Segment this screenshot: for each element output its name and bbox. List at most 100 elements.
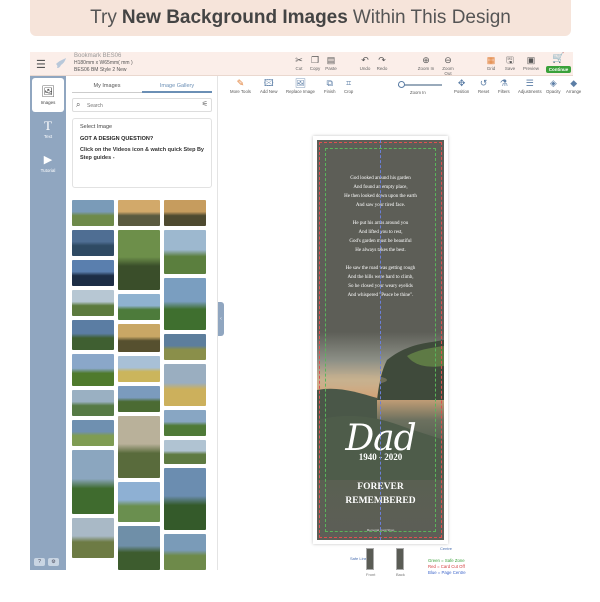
collapse-panel-handle[interactable]: ‹ bbox=[218, 302, 224, 336]
filters-icon: ⚗ bbox=[499, 78, 508, 88]
gallery-thumbnail[interactable] bbox=[164, 278, 206, 330]
gallery-thumbnail[interactable] bbox=[164, 410, 206, 436]
gallery-thumbnail[interactable] bbox=[164, 230, 206, 274]
rail-images[interactable]: 🖼 Images bbox=[32, 78, 64, 112]
legend-blue: Blue = Page Centre bbox=[428, 570, 466, 575]
rail-text[interactable]: T Text bbox=[32, 112, 64, 146]
gallery-thumbnail[interactable] bbox=[72, 390, 114, 416]
gallery-thumbnail[interactable] bbox=[72, 260, 114, 286]
reset-icon: ↺ bbox=[479, 78, 488, 88]
gallery-thumbnail[interactable] bbox=[72, 200, 114, 226]
gallery-thumbnail[interactable] bbox=[164, 440, 206, 464]
gallery-thumbnail[interactable] bbox=[118, 324, 160, 352]
gallery-thumbnail[interactable] bbox=[118, 386, 160, 412]
more-tools-button[interactable]: ✎ More Tools bbox=[230, 77, 251, 94]
project-title: Bookmark BES06 bbox=[74, 53, 122, 59]
centre-label: Centre bbox=[440, 546, 453, 551]
adjustments-button[interactable]: ☰ Adjustments bbox=[518, 77, 542, 94]
gallery-thumbnails bbox=[72, 200, 212, 570]
paste-button[interactable]: ▤ Paste bbox=[322, 54, 340, 71]
gallery-thumbnail[interactable] bbox=[72, 230, 114, 256]
gallery-thumbnail[interactable] bbox=[72, 290, 114, 316]
replace-image-button[interactable]: 🖼 Replace Image bbox=[286, 77, 315, 94]
redo-icon: ↷ bbox=[378, 55, 386, 65]
gallery-thumbnail[interactable] bbox=[164, 468, 206, 530]
gallery-thumbnail[interactable] bbox=[118, 200, 160, 226]
gallery-thumbnail[interactable] bbox=[164, 200, 206, 226]
gallery-thumbnail[interactable] bbox=[118, 416, 160, 478]
reset-button[interactable]: ↺ Reset bbox=[478, 77, 489, 94]
bookmark-design[interactable]: God looked around his garden And found a… bbox=[317, 140, 444, 540]
tab-my-images[interactable]: My Images bbox=[72, 81, 142, 93]
gallery-thumbnail[interactable] bbox=[72, 518, 114, 558]
zoom-in-icon: ⊕ bbox=[422, 55, 430, 65]
grid-button[interactable]: ▦ Grid bbox=[482, 54, 500, 71]
page-front-thumb[interactable] bbox=[366, 548, 374, 570]
gallery-thumbnail[interactable] bbox=[164, 364, 206, 406]
help-select-label: Select Image bbox=[80, 124, 113, 130]
save-icon: 🖫 bbox=[506, 55, 514, 65]
menu-icon[interactable]: ☰ bbox=[36, 58, 46, 71]
grid-icon: ▦ bbox=[486, 55, 496, 65]
move-icon: ✥ bbox=[457, 78, 466, 88]
redo-button[interactable]: ↷ Redo bbox=[373, 54, 391, 71]
help-text: Click on the Videos icon & watch quick S… bbox=[80, 147, 204, 161]
gallery-thumbnail[interactable] bbox=[164, 534, 206, 570]
undo-button[interactable]: ↶ Undo bbox=[356, 54, 374, 71]
add-image-icon: 🖾 bbox=[263, 78, 274, 88]
help-question: GOT A DESIGN QUESTION? bbox=[80, 136, 154, 142]
image-panel: My Images Image Gallery ⌕ ⚟ Select Image… bbox=[66, 76, 218, 570]
project-style: BES06 BM Style 2 New bbox=[74, 67, 127, 73]
gallery-thumbnail[interactable] bbox=[118, 356, 160, 382]
gallery-thumbnail[interactable] bbox=[118, 526, 160, 570]
editor-app: ☰ Bookmark BES06 H180mm x W65mm( mm ) BE… bbox=[30, 52, 581, 577]
crop-button[interactable]: ⌗ Crop bbox=[344, 77, 353, 94]
zoom-slider-knob[interactable] bbox=[398, 81, 406, 88]
position-button[interactable]: ✥ Position bbox=[454, 77, 469, 94]
cart-icon: 🛒 bbox=[552, 53, 565, 64]
continue-button[interactable]: Continue bbox=[546, 66, 571, 73]
opacity-button[interactable]: ◈ Opacity bbox=[546, 77, 561, 94]
sliders-icon: ☰ bbox=[525, 78, 534, 88]
filter-icon[interactable]: ⚟ bbox=[202, 100, 208, 108]
arrange-button[interactable]: ◆ Arrange bbox=[566, 77, 581, 94]
paste-icon: ▤ bbox=[326, 55, 336, 65]
gallery-thumbnail[interactable] bbox=[72, 450, 114, 514]
search-input[interactable] bbox=[87, 101, 197, 110]
gallery-thumbnail[interactable] bbox=[72, 420, 114, 446]
design-canvas: God looked around his garden And found a… bbox=[226, 100, 573, 577]
banner-prefix: Try bbox=[90, 7, 117, 28]
preview-button[interactable]: ▣ Preview bbox=[522, 54, 540, 71]
page-thumbnails bbox=[366, 548, 404, 570]
gallery-thumbnail[interactable] bbox=[164, 334, 206, 360]
save-button[interactable]: 🖫 Save bbox=[501, 54, 519, 71]
opacity-icon: ◈ bbox=[549, 78, 557, 88]
gallery-thumbnail[interactable] bbox=[72, 354, 114, 386]
zoom-in-top-button[interactable]: ⊕ Zoom In bbox=[417, 54, 435, 71]
filters-button[interactable]: ⚗ Filters bbox=[498, 77, 510, 94]
gallery-thumbnail[interactable] bbox=[118, 482, 160, 522]
tab-image-gallery[interactable]: Image Gallery bbox=[142, 81, 212, 93]
pencil-icon: ✎ bbox=[236, 78, 245, 88]
image-icon: 🖼 bbox=[41, 86, 55, 98]
rail-tutorial[interactable]: ▶ Tutorial bbox=[32, 146, 64, 180]
gallery-thumbnail[interactable] bbox=[118, 294, 160, 320]
add-new-button[interactable]: 🖾 Add New bbox=[260, 77, 277, 94]
gallery-thumbnail[interactable] bbox=[72, 320, 114, 350]
text-icon: T bbox=[44, 118, 52, 133]
guide-legend: Green = Safe Zone Red = Card Cut Off Blu… bbox=[428, 558, 466, 576]
page-back-thumb[interactable] bbox=[396, 548, 404, 570]
zoom-out-top-button[interactable]: ⊖ Zoom Out bbox=[439, 54, 457, 76]
finish-button[interactable]: ⧉ Finish bbox=[324, 77, 335, 94]
banner-suffix: Within This Design bbox=[352, 7, 511, 28]
help-button[interactable]: ? bbox=[34, 558, 45, 566]
replace-image-icon: 🖼 bbox=[294, 78, 307, 88]
back-label: Back bbox=[396, 572, 405, 577]
search-box: ⌕ ⚟ bbox=[72, 98, 212, 112]
settings-button[interactable]: ⚙ bbox=[48, 558, 59, 566]
promo-banner[interactable]: Try New Background Images Within This De… bbox=[30, 0, 571, 36]
panel-tabs: My Images Image Gallery bbox=[72, 81, 212, 93]
front-label: Front bbox=[366, 572, 376, 577]
page-centre-guide bbox=[380, 140, 381, 540]
gallery-thumbnail[interactable] bbox=[118, 230, 160, 290]
